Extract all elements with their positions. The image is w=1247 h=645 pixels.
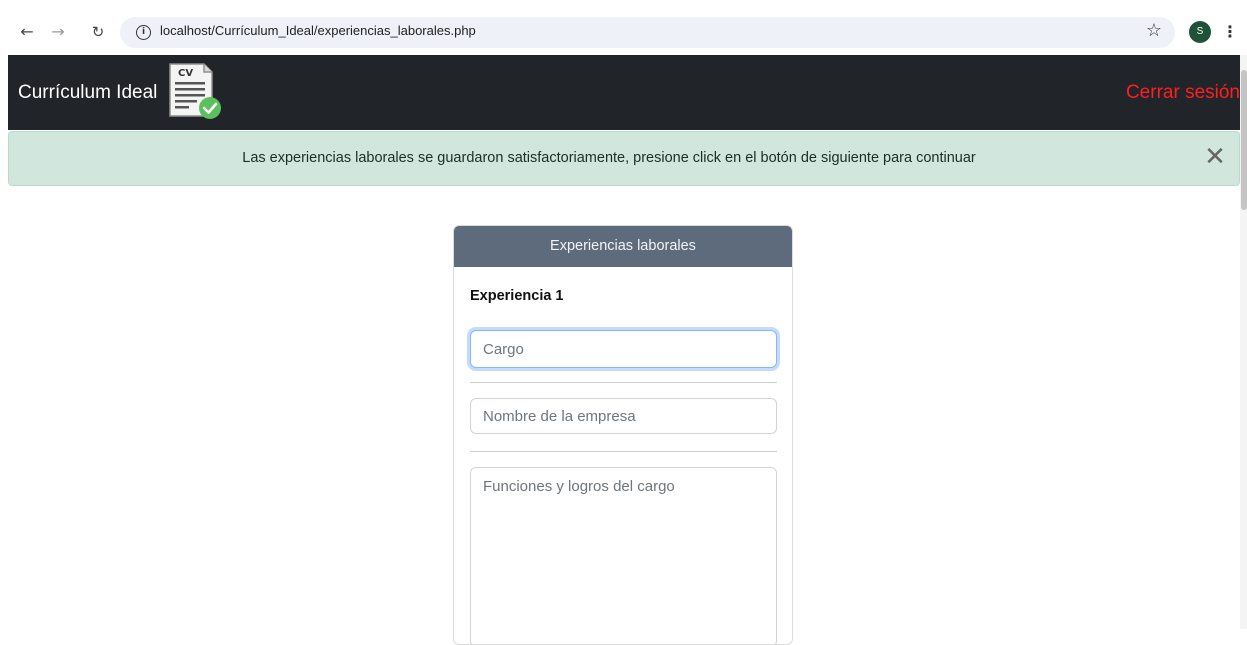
cargo-input[interactable] [470, 330, 777, 368]
success-alert: Las experiencias laborales se guardaron … [8, 131, 1240, 186]
logout-link[interactable]: Cerrar sesión [1126, 82, 1240, 104]
alert-message: Las experiencias laborales se guardaron … [242, 150, 976, 166]
scrollbar-thumb[interactable] [1241, 70, 1247, 210]
browser-toolbar: ← → ↻ i localhost/Currículum_Ideal/exper… [0, 0, 1247, 55]
reload-icon[interactable]: ↻ [86, 20, 110, 44]
browser-menu-icon[interactable]: ⋮ [1222, 20, 1238, 44]
experience-card: Experiencias laborales Experiencia 1 [453, 225, 793, 645]
brand-title[interactable]: Currículum Ideal [18, 82, 157, 104]
back-icon[interactable]: ← [15, 20, 39, 44]
site-info-icon[interactable]: i [136, 25, 151, 40]
cv-logo-text: CV [178, 68, 193, 79]
card-header: Experiencias laborales [454, 226, 792, 267]
app-navbar: Currículum Ideal CV Cerrar sesión [8, 55, 1240, 130]
forward-icon[interactable]: → [46, 20, 70, 44]
funciones-textarea[interactable] [470, 467, 777, 644]
divider [470, 451, 777, 452]
experience-title: Experiencia 1 [470, 288, 564, 304]
address-bar[interactable]: i localhost/Currículum_Ideal/experiencia… [120, 17, 1175, 48]
bookmark-star-icon[interactable]: ☆ [1140, 17, 1168, 45]
url-text[interactable]: localhost/Currículum_Ideal/experiencias_… [160, 23, 476, 38]
divider [470, 382, 777, 383]
cv-document-icon: CV [169, 63, 221, 119]
profile-avatar[interactable]: S [1189, 21, 1211, 43]
close-icon[interactable]: ✕ [1203, 144, 1227, 172]
empresa-input[interactable] [470, 398, 777, 434]
